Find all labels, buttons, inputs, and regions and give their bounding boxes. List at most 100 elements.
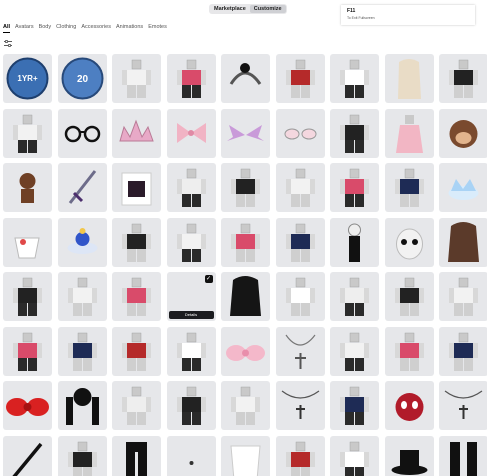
item-tile-cloud-crown[interactable] <box>439 163 487 212</box>
item-tile-twenty-badge[interactable]: 20 <box>57 54 107 103</box>
avatar-icon <box>340 168 369 207</box>
item-tile-black-hat[interactable] <box>384 435 434 476</box>
item-tile-avatar[interactable] <box>330 326 379 376</box>
item-tile-brown-hair[interactable] <box>439 217 487 267</box>
item-tile-avatar[interactable] <box>166 163 216 212</box>
item-tile-black-pants[interactable] <box>112 435 161 476</box>
item-tile-sword[interactable] <box>57 163 107 212</box>
item-tile-white-top[interactable] <box>221 435 270 476</box>
item-tile-avatar[interactable] <box>221 381 270 430</box>
item-tile-pink-dress[interactable] <box>384 108 434 158</box>
item-tile-cloud-hat[interactable] <box>57 217 107 267</box>
item-grid: 1YR+ 20 ✓ Details <box>3 54 487 476</box>
avatar-icon <box>176 59 206 98</box>
item-tile-avatar[interactable] <box>384 326 434 376</box>
item-tile-avatar[interactable] <box>112 326 161 376</box>
item-tile-avatar[interactable] <box>275 217 325 267</box>
item-tile-cross-chain[interactable] <box>439 381 487 430</box>
item-tile-avatar[interactable] <box>330 435 379 476</box>
details-button[interactable]: Details <box>168 311 214 319</box>
item-tile-red-bow[interactable] <box>3 381 52 430</box>
item-tile-pink-bow[interactable] <box>221 326 270 376</box>
tab-clothing[interactable]: Clothing <box>56 24 76 33</box>
avatar-icon <box>340 332 369 371</box>
item-tile-cross-chain[interactable] <box>275 381 325 430</box>
item-tile-avatar[interactable] <box>439 54 487 103</box>
customize-tab[interactable]: Customize <box>249 5 286 13</box>
item-tile-blonde-hair[interactable] <box>384 54 434 103</box>
item-tile-monkey[interactable] <box>439 108 487 158</box>
item-tile-avatar[interactable] <box>384 163 434 212</box>
black-pigtails-icon <box>65 388 99 425</box>
item-tile-avatar[interactable] <box>112 381 161 430</box>
item-tile-avatar[interactable] <box>275 435 325 476</box>
item-tile-black-pigtails[interactable] <box>57 381 107 430</box>
item-tile-avatar[interactable] <box>330 108 379 158</box>
item-tile-avatar[interactable] <box>166 54 216 103</box>
item-tile-avatar[interactable] <box>330 381 379 430</box>
tab-emotes[interactable]: Emotes <box>148 24 167 33</box>
item-tile-avatar[interactable] <box>275 272 325 321</box>
item-tile-avatar[interactable] <box>3 326 52 376</box>
pink-dress-icon <box>395 114 423 153</box>
item-tile-bat-wings[interactable] <box>221 108 270 158</box>
item-tile-selected-empty[interactable]: ✓ Details <box>166 272 216 321</box>
sliders-icon[interactable] <box>4 40 12 47</box>
avatar-icon <box>394 277 424 316</box>
tab-animations[interactable]: Animations <box>116 24 143 33</box>
item-tile-avatar[interactable] <box>221 217 270 267</box>
avatar-icon <box>340 59 369 98</box>
item-tile-avatar[interactable] <box>330 54 379 103</box>
item-tile-avatar[interactable] <box>275 54 325 103</box>
item-tile-avatar[interactable] <box>439 326 487 376</box>
item-tile-one-year-badge[interactable]: 1YR+ <box>3 54 52 103</box>
avatar-icon <box>285 59 315 98</box>
item-tile-tiara[interactable] <box>112 108 161 158</box>
item-tile-cross-necklace[interactable] <box>275 326 325 376</box>
item-tile-avatar[interactable] <box>221 163 270 212</box>
item-tile-avatar[interactable] <box>3 108 52 158</box>
item-tile-avatar[interactable] <box>330 272 379 321</box>
item-tile-avatar[interactable] <box>112 54 161 103</box>
item-tile-avatar[interactable] <box>57 326 107 376</box>
item-tile-black-boots[interactable] <box>439 435 487 476</box>
item-tile-black-sword[interactable] <box>3 435 52 476</box>
checkmark-icon[interactable]: ✓ <box>204 275 213 283</box>
item-tile-monkey-small[interactable] <box>3 163 52 212</box>
item-tile-bow[interactable] <box>166 108 216 158</box>
item-tile-avatar[interactable] <box>166 217 216 267</box>
item-tile-gothic-shirt[interactable] <box>112 163 161 212</box>
item-tile-doll-avatar[interactable] <box>330 217 379 267</box>
black-hair-icon <box>230 276 261 316</box>
avatar-icon <box>231 386 260 425</box>
item-tile-avatar[interactable] <box>166 381 216 430</box>
item-tile-goggles[interactable] <box>275 108 325 158</box>
item-tile-avatar[interactable] <box>384 272 434 321</box>
tab-all[interactable]: All <box>3 24 11 33</box>
item-tile-mask[interactable] <box>384 217 434 267</box>
item-tile-hair-bow-headband[interactable] <box>221 54 270 103</box>
item-tile-spider-plush[interactable] <box>384 381 434 430</box>
item-tile-bead[interactable] <box>166 435 216 476</box>
tab-avatars[interactable]: Avatars <box>15 24 34 33</box>
tab-accessories[interactable]: Accessories <box>81 24 111 33</box>
bead-icon <box>189 460 193 465</box>
item-tile-avatar[interactable] <box>57 272 107 321</box>
item-tile-avatar[interactable] <box>330 163 379 212</box>
black-hat-icon <box>391 449 427 475</box>
item-tile-avatar[interactable] <box>275 163 325 212</box>
item-tile-avatar[interactable] <box>112 217 161 267</box>
item-tile-avatar[interactable] <box>112 272 161 321</box>
item-tile-avatar[interactable] <box>3 272 52 321</box>
hair-bow-headband-icon <box>229 63 262 85</box>
marketplace-tab[interactable]: Marketplace <box>210 5 250 13</box>
tab-body[interactable]: Body <box>39 24 52 33</box>
item-tile-cup[interactable] <box>3 217 52 267</box>
item-tile-avatar[interactable] <box>57 435 107 476</box>
item-tile-avatar[interactable] <box>166 326 216 376</box>
black-pants-icon <box>126 441 147 476</box>
avatar-icon <box>122 277 151 316</box>
item-tile-black-hair[interactable] <box>221 272 270 321</box>
item-tile-avatar[interactable] <box>439 272 487 321</box>
item-tile-sunglasses[interactable] <box>57 108 107 158</box>
